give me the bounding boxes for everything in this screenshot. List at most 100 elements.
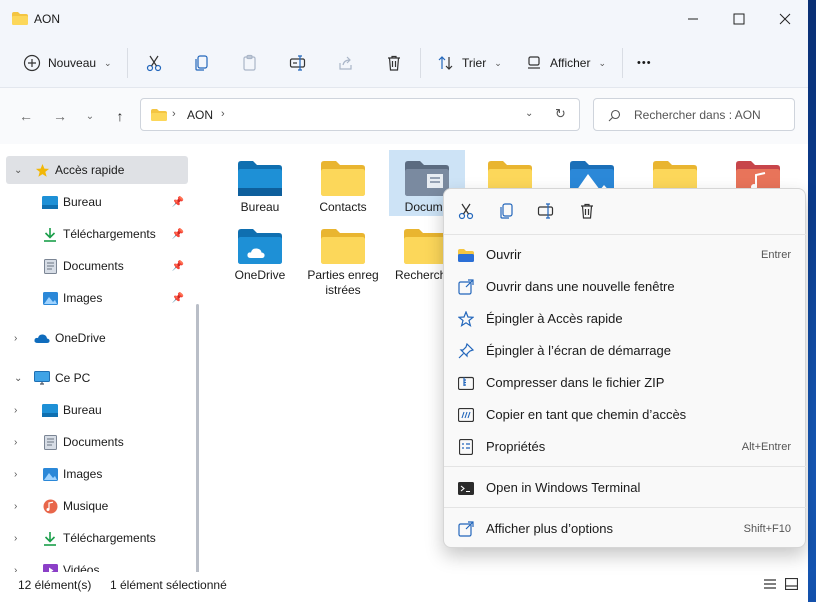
more-button[interactable]: •••: [637, 38, 652, 88]
folder-item[interactable]: OneDrive: [222, 218, 298, 283]
up-button[interactable]: ↑: [108, 104, 132, 128]
video-icon: [42, 562, 58, 572]
folder-item[interactable]: Recherch: [389, 218, 443, 283]
menu-item-windows-terminal[interactable]: Open in Windows Terminal: [450, 472, 801, 504]
close-button[interactable]: [762, 0, 808, 38]
documents-folder-icon: [405, 160, 449, 196]
folder-icon: [12, 12, 28, 25]
folder-icon: [321, 228, 365, 264]
paste-icon: [240, 53, 260, 73]
view-button[interactable]: Afficher ⌄: [524, 38, 606, 88]
menu-item-properties[interactable]: Propriétés Alt+Entrer: [450, 431, 801, 463]
breadcrumb-segment[interactable]: AON: [187, 108, 213, 122]
address-bar[interactable]: › AON › ⌄ ↻: [140, 98, 580, 131]
sidebar-item-images[interactable]: Images 📌: [6, 284, 188, 312]
sidebar-item-onedrive[interactable]: › OneDrive: [6, 324, 188, 352]
pin-icon[interactable]: 📌: [172, 293, 184, 304]
sidebar-item-pc-musique[interactable]: › Musique: [6, 492, 188, 520]
sidebar-item-pc-videos[interactable]: › Vidéos: [6, 556, 188, 572]
folder-item[interactable]: [472, 150, 548, 188]
refresh-icon[interactable]: ↻: [555, 106, 566, 122]
address-dropdown-icon[interactable]: ⌄: [525, 108, 533, 119]
rename-button[interactable]: [536, 201, 556, 221]
menu-item-label: Épingler à l’écran de démarrage: [486, 343, 671, 358]
cut-button[interactable]: [456, 201, 476, 221]
chevron-right-icon: ›: [14, 564, 18, 573]
folder-item[interactable]: Bureau: [222, 150, 298, 215]
share-button[interactable]: [336, 38, 356, 88]
new-button[interactable]: Nouveau ⌄: [22, 38, 112, 88]
arrow-up-icon: ↑: [116, 108, 124, 124]
back-button[interactable]: ←: [14, 104, 38, 128]
menu-item-more-options[interactable]: Afficher plus d’options Shift+F10: [450, 513, 801, 545]
menu-item-compress-zip[interactable]: Compresser dans le fichier ZIP: [450, 367, 801, 399]
sidebar-item-pc-telechargements[interactable]: › Téléchargements: [6, 524, 188, 552]
folder-item[interactable]: [554, 150, 630, 188]
folder-item[interactable]: [637, 150, 713, 188]
folder-label: Bureau: [240, 200, 280, 214]
sidebar-item-pc-documents[interactable]: › Documents: [6, 428, 188, 456]
pin-icon: [458, 343, 474, 359]
menu-item-open[interactable]: Ouvrir Entrer: [450, 239, 801, 271]
delete-button[interactable]: [384, 38, 404, 88]
item-count: 12 élément(s): [18, 578, 92, 592]
sidebar-label: Bureau: [63, 195, 102, 209]
menu-item-open-new-window[interactable]: Ouvrir dans une nouvelle fenêtre: [450, 271, 801, 303]
sidebar-item-pc-images[interactable]: › Images: [6, 460, 188, 488]
maximize-button[interactable]: [716, 0, 762, 38]
sidebar-item-pc-bureau[interactable]: › Bureau: [6, 396, 188, 424]
recent-locations-button[interactable]: ⌄: [78, 104, 102, 128]
pin-icon[interactable]: 📌: [172, 197, 184, 208]
new-label: Nouveau: [48, 56, 97, 70]
onedrive-folder-icon: [238, 228, 282, 264]
cut-button[interactable]: [144, 38, 164, 88]
menu-item-pin-quick-access[interactable]: Épingler à Accès rapide: [450, 303, 801, 335]
menu-item-label: Épingler à Accès rapide: [486, 311, 623, 326]
command-bar: Nouveau ⌄ Trier ⌄ Afficher ⌄ •••: [0, 38, 808, 88]
sidebar-label: Musique: [63, 499, 109, 513]
sort-button[interactable]: Trier ⌄: [436, 38, 502, 88]
title-bar[interactable]: AON: [0, 0, 808, 38]
search-box[interactable]: Rechercher dans : AON: [593, 98, 795, 131]
music-folder-icon: [736, 160, 780, 188]
breadcrumb-chevron-icon: ›: [221, 108, 225, 120]
pin-icon[interactable]: 📌: [172, 261, 184, 272]
menu-item-shortcut: Shift+F10: [743, 523, 791, 535]
sidebar-item-documents[interactable]: Documents 📌: [6, 252, 188, 280]
folder-item[interactable]: Parties enregistrées: [305, 218, 381, 298]
sidebar-label: Images: [63, 291, 103, 305]
search-placeholder: Rechercher dans : AON: [634, 108, 761, 122]
sidebar-item-bureau[interactable]: Bureau 📌: [6, 188, 188, 216]
sidebar-scrollbar[interactable]: [196, 304, 199, 572]
menu-item-pin-start[interactable]: Épingler à l’écran de démarrage: [450, 335, 801, 367]
sidebar-item-this-pc[interactable]: ⌄ Ce PC: [6, 364, 188, 392]
sidebar-item-quick-access[interactable]: ⌄ Accès rapide: [6, 156, 188, 184]
sidebar-item-telechargements[interactable]: Téléchargements 📌: [6, 220, 188, 248]
pictures-folder-icon: [570, 160, 614, 188]
sidebar-label: Ce PC: [55, 371, 91, 385]
forward-button[interactable]: →: [48, 104, 72, 128]
folder-item[interactable]: [720, 150, 796, 188]
chevron-down-icon: ⌄: [14, 164, 23, 176]
context-quick-actions: [444, 189, 807, 235]
context-menu: Ouvrir Entrer Ouvrir dans une nouvelle f…: [443, 188, 807, 548]
copy-button[interactable]: [497, 201, 517, 221]
delete-button[interactable]: [577, 201, 597, 221]
sidebar-label: Documents: [63, 435, 124, 449]
menu-item-shortcut: Alt+Entrer: [741, 441, 791, 453]
new-window-icon: [458, 279, 474, 295]
cloud-icon: [34, 330, 50, 346]
rename-button[interactable]: [288, 38, 308, 88]
folder-icon: [488, 160, 532, 188]
minimize-button[interactable]: [670, 0, 716, 38]
pin-icon[interactable]: 📌: [172, 229, 184, 240]
folder-item[interactable]: Contacts: [305, 150, 381, 215]
chevron-down-icon: ⌄: [104, 57, 112, 68]
copy-button[interactable]: [192, 38, 212, 88]
details-view-icon[interactable]: [763, 578, 777, 593]
navigation-bar: ← → ⌄ ↑ › AON › ⌄ ↻ Rechercher dans : AO…: [0, 88, 808, 144]
menu-item-copy-path[interactable]: Copier en tant que chemin d’accès: [450, 399, 801, 431]
paste-button[interactable]: [240, 38, 260, 88]
menu-separator: [444, 507, 807, 508]
tiles-view-icon[interactable]: [784, 577, 799, 593]
